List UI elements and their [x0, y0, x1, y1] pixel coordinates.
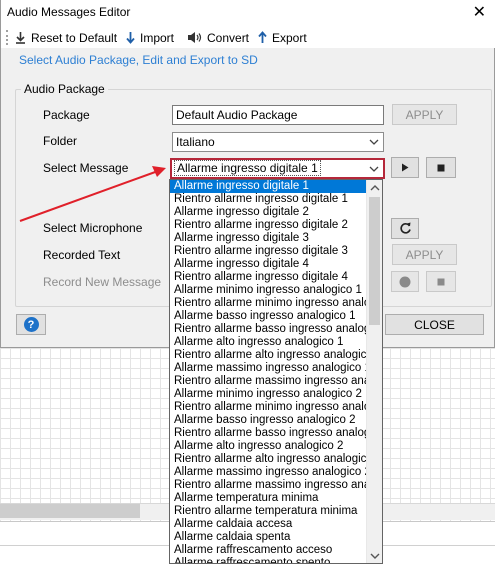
- toolbar: Reset to Default Import Convert Export: [1, 26, 495, 48]
- window-title: Audio Messages Editor: [7, 5, 131, 19]
- dropdown-scrollbar[interactable]: [366, 180, 382, 563]
- dropdown-option[interactable]: Rientro allarme basso ingresso analogico…: [170, 427, 367, 440]
- dropdown-option[interactable]: Rientro allarme massimo ingresso analogi…: [170, 375, 367, 388]
- message-select[interactable]: Allarme ingresso digitale 1: [170, 158, 385, 179]
- import-button[interactable]: Import: [126, 29, 174, 46]
- package-label: Package: [43, 108, 90, 122]
- close-window-icon[interactable]: ✕: [473, 2, 486, 22]
- scroll-up-icon[interactable]: [370, 184, 380, 192]
- scroll-down-icon[interactable]: [370, 552, 380, 560]
- dropdown-option[interactable]: Allarme ingresso digitale 4: [170, 258, 367, 271]
- stop-recording-button[interactable]: [426, 271, 456, 292]
- chevron-down-icon: [369, 166, 379, 172]
- refresh-microphones-button[interactable]: [391, 218, 419, 239]
- play-icon: [402, 163, 409, 172]
- reset-to-default-button[interactable]: Reset to Default: [15, 29, 117, 46]
- dropdown-scroll-thumb[interactable]: [369, 197, 380, 325]
- download-arrow-icon: [16, 32, 25, 44]
- dropdown-option[interactable]: Allarme raffrescamento spento: [170, 557, 367, 563]
- dropdown-option[interactable]: Rientro allarme minimo ingresso analogic…: [170, 401, 367, 414]
- dropdown-option[interactable]: Allarme basso ingresso analogico 2: [170, 414, 367, 427]
- title-bar: Audio Messages Editor ✕: [1, 0, 495, 26]
- dropdown-option[interactable]: Rientro allarme massimo ingresso analogi…: [170, 479, 367, 492]
- background-scrollbar-thumb[interactable]: [0, 504, 140, 518]
- folder-label: Folder: [43, 134, 78, 148]
- reset-to-default-label: Reset to Default: [31, 30, 118, 45]
- message-options: Allarme ingresso digitale 1 Rientro allar…: [170, 180, 367, 563]
- package-field[interactable]: Default Audio Package: [172, 105, 384, 125]
- select-message-label: Select Message: [43, 161, 129, 175]
- dropdown-option[interactable]: Allarme caldaia accesa: [170, 518, 367, 531]
- recorded-text-label: Recorded Text: [43, 248, 121, 262]
- dropdown-option[interactable]: Allarme ingresso digitale 1: [170, 180, 367, 193]
- dropdown-option[interactable]: Allarme ingresso digitale 3: [170, 232, 367, 245]
- audio-package-group-title: Audio Package: [21, 82, 108, 96]
- dropdown-option[interactable]: Allarme massimo ingresso analogico 1: [170, 362, 367, 375]
- convert-button[interactable]: Convert: [187, 29, 249, 46]
- dropdown-option[interactable]: Rientro allarme alto ingresso analogico …: [170, 349, 367, 362]
- select-microphone-label: Select Microphone: [43, 221, 143, 235]
- stop-icon: [437, 278, 445, 285]
- dropdown-option[interactable]: Allarme alto ingresso analogico 2: [170, 440, 367, 453]
- dropdown-option[interactable]: Rientro allarme temperatura minima: [170, 505, 367, 518]
- dropdown-option[interactable]: Rientro allarme ingresso digitale 2: [170, 219, 367, 232]
- refresh-icon: [399, 222, 411, 234]
- record-button[interactable]: [391, 271, 419, 292]
- help-icon: ?: [23, 317, 39, 332]
- dropdown-option[interactable]: Allarme minimo ingresso analogico 2: [170, 388, 367, 401]
- close-button[interactable]: CLOSE: [385, 314, 484, 335]
- apply-recorded-text-button[interactable]: APPLY: [392, 244, 457, 265]
- dropdown-option[interactable]: Rientro allarme ingresso digitale 4: [170, 271, 367, 284]
- stop-button[interactable]: [426, 157, 456, 178]
- dropdown-option[interactable]: Rientro allarme ingresso digitale 3: [170, 245, 367, 258]
- instruction-hint: Select Audio Package, Edit and Export to…: [19, 53, 258, 67]
- record-new-message-label: Record New Message: [43, 275, 162, 289]
- dropdown-option[interactable]: Rientro allarme basso ingresso analogico…: [170, 323, 367, 336]
- toolbar-grip[interactable]: [6, 30, 8, 45]
- down-arrow-icon: [126, 32, 135, 44]
- dropdown-option[interactable]: Allarme temperatura minima: [170, 492, 367, 505]
- dropdown-option[interactable]: Allarme caldaia spenta: [170, 531, 367, 544]
- dropdown-option[interactable]: Allarme raffrescamento acceso: [170, 544, 367, 557]
- up-arrow-icon: [258, 31, 267, 43]
- dropdown-option[interactable]: Allarme massimo ingresso analogico 2: [170, 466, 367, 479]
- dropdown-option[interactable]: Rientro allarme alto ingresso analogico …: [170, 453, 367, 466]
- dropdown-option[interactable]: Allarme minimo ingresso analogico 1: [170, 284, 367, 297]
- dropdown-option[interactable]: Rientro allarme minimo ingresso analogic…: [170, 297, 367, 310]
- message-select-value: Allarme ingresso digitale 1: [174, 160, 321, 176]
- export-label: Export: [272, 30, 307, 45]
- help-button[interactable]: ?: [16, 314, 46, 335]
- message-dropdown-list[interactable]: Allarme ingresso digitale 1 Rientro allar…: [169, 179, 383, 564]
- dropdown-option[interactable]: Allarme alto ingresso analogico 1: [170, 336, 367, 349]
- folder-select-value: Italiano: [176, 135, 215, 149]
- dropdown-option[interactable]: Allarme basso ingresso analogico 1: [170, 310, 367, 323]
- import-label: Import: [140, 30, 175, 45]
- apply-package-button[interactable]: APPLY: [392, 104, 457, 125]
- chevron-down-icon: [369, 139, 379, 145]
- export-button[interactable]: Export: [258, 29, 307, 46]
- dropdown-option[interactable]: Rientro allarme ingresso digitale 1: [170, 193, 367, 206]
- convert-label: Convert: [207, 30, 250, 45]
- speaker-icon: [188, 32, 202, 43]
- play-button[interactable]: [391, 157, 419, 178]
- stop-icon: [437, 164, 445, 171]
- record-icon: [399, 276, 411, 287]
- dropdown-option[interactable]: Allarme ingresso digitale 2: [170, 206, 367, 219]
- folder-select[interactable]: Italiano: [172, 132, 384, 152]
